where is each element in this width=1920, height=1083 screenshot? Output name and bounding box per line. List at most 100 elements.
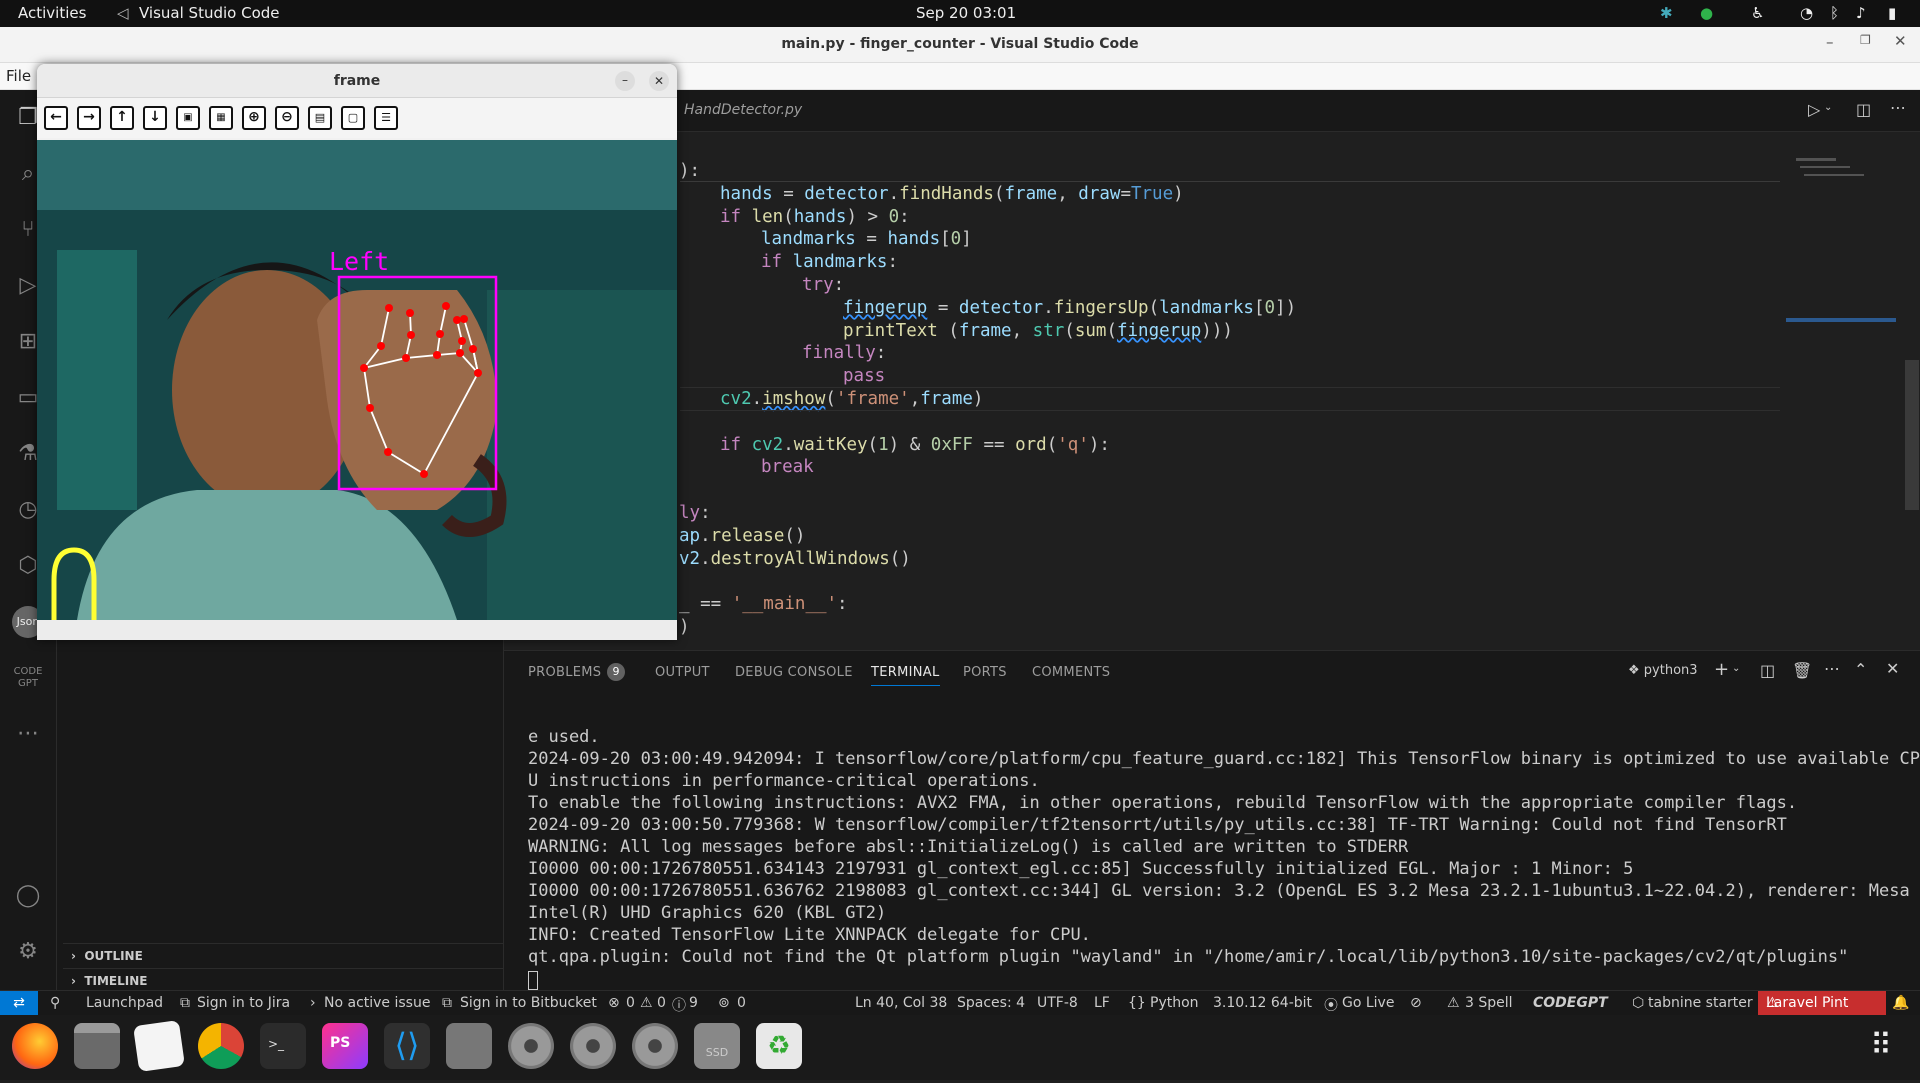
close-icon[interactable]: ✕: [649, 71, 669, 91]
status-bitbucket[interactable]: Sign in to Bitbucket: [460, 995, 597, 1011]
launchpad-icon[interactable]: ⚲: [50, 995, 60, 1011]
wifi-icon[interactable]: ◔: [1800, 4, 1813, 22]
maximize-panel-icon[interactable]: ⌃: [1854, 660, 1867, 679]
zoom-in-icon[interactable]: ⊕: [242, 106, 266, 130]
pan-down-icon[interactable]: ↓: [143, 106, 167, 130]
status-codegpt[interactable]: CODEGPT: [1533, 995, 1608, 1011]
more-actions-icon[interactable]: ⋯: [1890, 98, 1906, 117]
remote-indicator-icon[interactable]: ⇄: [0, 991, 38, 1016]
battery-icon[interactable]: ▮: [1888, 4, 1896, 22]
code-line[interactable]: if len(hands) > 0:: [720, 206, 910, 228]
pan-left-icon[interactable]: ←: [44, 106, 68, 130]
code-line[interactable]: finally:: [802, 342, 886, 364]
trash-icon[interactable]: 🗑: [1792, 661, 1812, 680]
status-golive[interactable]: Go Live: [1342, 995, 1394, 1011]
accounts-icon[interactable]: ◯: [12, 880, 44, 912]
status-ports[interactable]: 0: [737, 995, 746, 1011]
split-terminal-icon[interactable]: ◫: [1760, 661, 1775, 680]
camera-feed[interactable]: Left: [37, 140, 677, 620]
tab-handdetector[interactable]: HandDetector.py: [684, 102, 802, 118]
chevron-down-icon[interactable]: ⌄: [1732, 663, 1740, 674]
minimize-icon[interactable]: –: [615, 71, 635, 91]
disc-icon[interactable]: [570, 1023, 616, 1069]
files-icon[interactable]: [74, 1023, 120, 1069]
code-line[interactable]: if landmarks:: [761, 251, 898, 273]
focused-app-name[interactable]: Visual Studio Code: [139, 4, 280, 22]
error-icon[interactable]: ⊗: [608, 995, 620, 1011]
tab-output[interactable]: OUTPUT: [655, 665, 710, 680]
bluetooth-icon[interactable]: ᛒ: [1830, 4, 1839, 22]
more-icon[interactable]: ⋯: [12, 718, 44, 750]
info-icon[interactable]: ⓘ: [672, 995, 686, 1015]
pan-right-icon[interactable]: →: [77, 106, 101, 130]
restore-icon[interactable]: ❐: [1860, 33, 1871, 47]
menu-file[interactable]: File: [6, 67, 31, 85]
tab-ports[interactable]: PORTS: [963, 665, 1007, 680]
ssd-icon[interactable]: SSD: [694, 1023, 740, 1069]
code-line[interactable]: printText (frame, str(sum(fingerup))): [843, 320, 1233, 342]
terminal-icon[interactable]: >_: [260, 1023, 306, 1069]
code-line[interactable]: ly:: [679, 502, 711, 524]
code-line[interactable]: if cv2.waitKey(1) & 0xFF == ord('q'):: [720, 434, 1110, 456]
trash-icon[interactable]: ♻: [756, 1023, 802, 1069]
tab-terminal[interactable]: TERMINAL: [871, 665, 940, 686]
code-line[interactable]: pass: [843, 365, 885, 387]
tab-debug-console[interactable]: DEBUG CONSOLE: [735, 665, 853, 680]
status-tabnine[interactable]: tabnine starter: [1648, 995, 1753, 1011]
more-actions-icon[interactable]: ⋯: [1824, 659, 1840, 678]
drive-icon[interactable]: [446, 1023, 492, 1069]
code-line[interactable]: try:: [802, 274, 844, 296]
status-interpreter[interactable]: 3.10.12 64-bit: [1213, 995, 1312, 1011]
warning-icon[interactable]: ⚠: [640, 995, 653, 1011]
bitbucket-icon[interactable]: ⧉: [442, 995, 452, 1011]
terminal-output[interactable]: e used. 2024-09-20 03:00:49.942094: I ten…: [504, 727, 1920, 967]
status-warnings[interactable]: 0: [657, 995, 666, 1011]
volume-icon[interactable]: ♪: [1856, 4, 1866, 22]
broadcast-icon[interactable]: ⦿: [1324, 995, 1338, 1015]
status-jira[interactable]: Sign in to Jira: [197, 995, 290, 1011]
properties-icon[interactable]: ☰: [374, 106, 398, 130]
tab-problems[interactable]: PROBLEMS: [528, 665, 601, 680]
text-editor-icon[interactable]: [133, 1020, 185, 1072]
outline-section[interactable]: › OUTLINE: [63, 943, 504, 968]
codegpt-icon[interactable]: CODE GPT: [12, 662, 44, 694]
status-position[interactable]: Ln 40, Col 38: [855, 995, 947, 1011]
status-eol[interactable]: LF: [1094, 995, 1110, 1011]
close-panel-icon[interactable]: ✕: [1886, 659, 1899, 678]
frame-titlebar[interactable]: frame – ✕: [37, 64, 677, 98]
code-line[interactable]: landmarks = hands[0]: [761, 228, 972, 250]
pan-up-icon[interactable]: ↑: [110, 106, 134, 130]
status-spaces[interactable]: Spaces: 4: [957, 995, 1025, 1011]
code-line[interactable]: fingerup = detector.fingersUp(landmarks[…: [843, 297, 1296, 319]
run-icon[interactable]: ▷: [1808, 100, 1820, 119]
app-grid-icon[interactable]: ⠿: [1858, 1023, 1904, 1069]
disc-icon[interactable]: [632, 1023, 678, 1069]
zoom-out-icon[interactable]: ⊖: [275, 106, 299, 130]
timeline-section[interactable]: › TIMELINE: [63, 968, 504, 990]
new-terminal-icon[interactable]: +: [1714, 659, 1729, 680]
status-infos[interactable]: 9: [689, 995, 698, 1011]
jira-icon[interactable]: ⧉: [180, 995, 190, 1011]
code-line[interactable]: ): [679, 616, 690, 638]
activities-button[interactable]: Activities: [18, 4, 86, 22]
ports-icon[interactable]: ⊚: [718, 995, 730, 1011]
minimize-icon[interactable]: –: [1826, 33, 1834, 51]
split-editor-icon[interactable]: ◫: [1856, 100, 1871, 119]
minimap[interactable]: [1786, 158, 1896, 348]
editor-scrollbar[interactable]: [1905, 360, 1919, 510]
close-icon[interactable]: ✕: [1894, 32, 1907, 50]
copy-icon[interactable]: ▢: [341, 106, 365, 130]
clock[interactable]: Sep 20 03:01: [916, 4, 1016, 22]
phpstorm-icon[interactable]: PS: [322, 1023, 368, 1069]
zoom-fit-icon[interactable]: ▣: [176, 106, 200, 130]
firefox-icon[interactable]: [12, 1023, 58, 1069]
warning-icon[interactable]: ⚠: [1447, 995, 1460, 1011]
status-launchpad[interactable]: Launchpad: [86, 995, 163, 1011]
save-icon[interactable]: ▤: [308, 106, 332, 130]
settings-gear-icon[interactable]: ⚙: [12, 936, 44, 968]
code-line[interactable]: hands = detector.findHands(frame, draw=T…: [720, 183, 1184, 205]
code-line[interactable]: ap.release(): [679, 525, 805, 547]
status-tray-icon[interactable]: ●: [1700, 4, 1713, 22]
slack-tray-icon[interactable]: ✱: [1660, 4, 1673, 22]
notifications-off-icon[interactable]: ⊘: [1410, 995, 1422, 1011]
